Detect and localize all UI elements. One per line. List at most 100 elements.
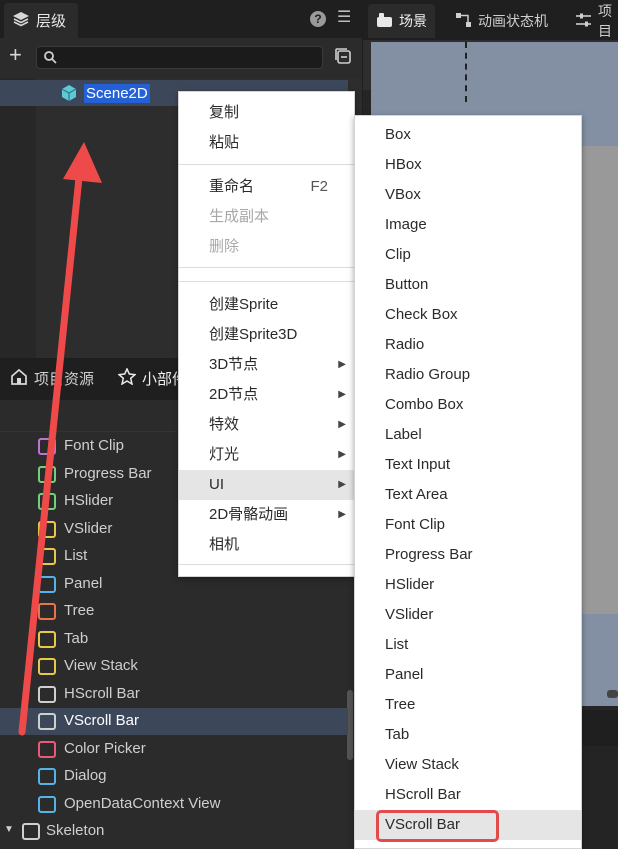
scene-node-label[interactable]: Scene2D: [84, 84, 150, 103]
ui-submenu-item[interactable]: VSlider: [355, 600, 581, 630]
ui-submenu-item-label: Check Box: [385, 306, 458, 323]
open-data-icon: [38, 796, 56, 813]
widget-item-label: Panel: [64, 575, 103, 592]
tab-project-assets[interactable]: 项目资源: [10, 368, 94, 389]
ui-submenu-item[interactable]: Progress Bar: [355, 540, 581, 570]
widget-item[interactable]: View Stack: [0, 653, 348, 680]
ui-submenu-item-label: Progress Bar: [385, 546, 473, 563]
submenu-arrow-icon: ▶: [338, 449, 346, 460]
ui-submenu-item[interactable]: Text Input: [355, 450, 581, 480]
hierarchy-search-input[interactable]: [36, 46, 323, 69]
ui-submenu-item[interactable]: List: [355, 630, 581, 660]
font-clip-icon: [38, 438, 56, 455]
menu-separator: [179, 564, 354, 565]
widget-item[interactable]: HScroll Bar: [0, 681, 348, 708]
ui-submenu-item[interactable]: Button: [355, 270, 581, 300]
ui-submenu-item[interactable]: Radio: [355, 330, 581, 360]
widget-item[interactable]: OpenDataContext View: [0, 791, 348, 818]
ui-submenu-item[interactable]: Combo Box: [355, 390, 581, 420]
widget-item[interactable]: Tree: [0, 598, 348, 625]
widget-item[interactable]: VScroll Bar: [0, 708, 348, 735]
layers-icon: [12, 11, 30, 31]
widget-item[interactable]: Dialog: [0, 763, 348, 790]
viewport-scrollbar[interactable]: [607, 690, 618, 698]
tab-hierarchy[interactable]: 层级: [4, 3, 78, 38]
context-menu-item[interactable]: 特效 ▶: [179, 410, 354, 440]
context-menu-item[interactable]: 粘贴: [179, 128, 354, 158]
widget-item-label: Font Clip: [64, 437, 125, 454]
ui-submenu-item[interactable]: Panel: [355, 660, 581, 690]
context-menu-item[interactable]: 相机: [179, 530, 354, 560]
context-menu-item[interactable]: 3D节点 ▶: [179, 350, 354, 380]
menu-separator: [179, 281, 354, 282]
widget-item-label: Tree: [64, 602, 95, 619]
list-icon: [38, 548, 56, 565]
help-icon[interactable]: ?: [310, 11, 326, 27]
tree-gutter: [0, 78, 36, 358]
camera-icon: [376, 12, 393, 31]
tab-project-settings[interactable]: 项目: [567, 3, 618, 39]
ui-submenu-item[interactable]: Tab: [355, 720, 581, 750]
widget-item-label: OpenDataContext View: [64, 795, 221, 812]
context-menu-item-label: 创建Sprite3D: [209, 326, 298, 343]
context-menu-item[interactable]: 创建Sprite: [179, 290, 354, 320]
ui-submenu-item-label: Combo Box: [385, 396, 464, 413]
context-menu-item[interactable]: 2D节点 ▶: [179, 380, 354, 410]
ui-submenu-item[interactable]: HScroll Bar: [355, 780, 581, 810]
context-menu-item-label: 重命名: [209, 178, 255, 195]
context-menu-item-label: 特效: [209, 416, 240, 433]
context-menu-item[interactable]: 重命名 F2: [179, 172, 354, 202]
context-menu-item-label: 2D骨骼动画: [209, 506, 289, 523]
context-menu-item[interactable]: UI ▶: [179, 470, 354, 500]
widget-item-label: VSlider: [64, 520, 113, 537]
submenu-arrow-icon: ▶: [338, 359, 346, 370]
ui-submenu-item-label: Tree: [385, 696, 416, 713]
ui-submenu-item-label: HSlider: [385, 576, 435, 593]
ui-submenu-item[interactable]: HBox: [355, 150, 581, 180]
context-menu-item[interactable]: 复制: [179, 98, 354, 128]
ui-submenu-item[interactable]: HSlider: [355, 570, 581, 600]
ui-submenu-item[interactable]: Check Box: [355, 300, 581, 330]
ui-submenu-item[interactable]: Label: [355, 420, 581, 450]
collapse-all-icon[interactable]: [333, 46, 353, 70]
skeleton-icon: [22, 823, 40, 840]
widget-item-label: List: [64, 547, 88, 564]
highlight-box: [376, 810, 499, 842]
tab-scene[interactable]: 场景: [368, 4, 435, 38]
state-machine-icon: [455, 12, 472, 31]
ui-submenu-item-label: VBox: [385, 186, 421, 203]
tab-widgets[interactable]: 小部件: [117, 367, 187, 389]
vslider-icon: [38, 521, 56, 538]
ui-submenu-item[interactable]: Clip: [355, 240, 581, 270]
ui-submenu-item[interactable]: Box: [355, 120, 581, 150]
panel-menu-icon[interactable]: ☰: [337, 10, 351, 26]
hierarchy-tabbar: 层级 ? ☰: [0, 0, 362, 38]
ui-submenu-item[interactable]: Radio Group: [355, 360, 581, 390]
context-menu-item-label: 复制: [209, 104, 240, 121]
ui-submenu-item[interactable]: View Stack: [355, 750, 581, 780]
tree-icon: [38, 603, 56, 620]
ui-submenu-item-label: Tab: [385, 726, 410, 743]
ui-submenu-item[interactable]: Text Area: [355, 480, 581, 510]
ui-submenu-item[interactable]: VBox: [355, 180, 581, 210]
context-menu-item-label: 生成副本: [209, 208, 270, 225]
ui-submenu-item[interactable]: Image: [355, 210, 581, 240]
ui-submenu-item[interactable]: Tree: [355, 690, 581, 720]
expand-arrow-icon[interactable]: ▼: [4, 824, 14, 835]
context-menu-item[interactable]: 创建Sprite3D: [179, 320, 354, 350]
widget-item[interactable]: ▼ Skeleton: [0, 818, 348, 845]
context-menu-item[interactable]: 灯光 ▶: [179, 440, 354, 470]
ui-submenu-item-label: Label: [385, 426, 422, 443]
progress-bar-icon: [38, 466, 56, 483]
color-picker-icon: [38, 741, 56, 758]
context-menu-item-label: 删除: [209, 238, 240, 255]
tab-animation-state-machine[interactable]: 动画状态机: [447, 4, 556, 38]
widget-item[interactable]: Color Picker: [0, 736, 348, 763]
ui-submenu-item[interactable]: Font Clip: [355, 510, 581, 540]
add-node-icon[interactable]: +: [9, 44, 22, 66]
context-menu-item[interactable]: 2D骨骼动画 ▶: [179, 500, 354, 530]
tab-scene-label: 场景: [399, 13, 427, 29]
vscroll-bar-icon: [38, 713, 56, 730]
tab-project-settings-label: 项目: [598, 3, 612, 39]
widget-item[interactable]: Tab: [0, 626, 348, 653]
